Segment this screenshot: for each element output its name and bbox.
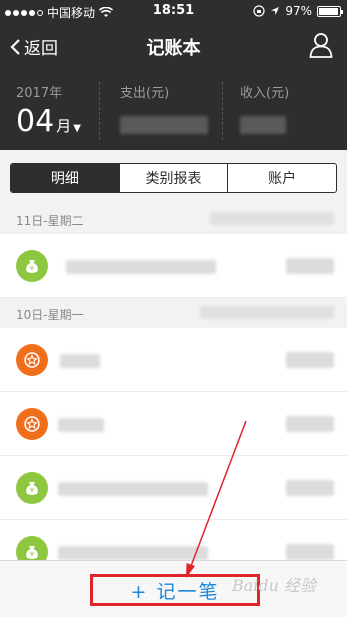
expense-amount-redacted [120, 116, 208, 134]
money-bag-icon: ¥ [16, 536, 48, 560]
list-item[interactable] [0, 392, 347, 456]
svg-text:¥: ¥ [30, 265, 34, 273]
date-header: 11日-星期二 [0, 204, 347, 234]
status-right: 97% [253, 4, 343, 18]
year-label: 2017年 [16, 86, 63, 101]
entry-amount-redacted [286, 544, 334, 560]
entry-amount-redacted [286, 416, 334, 432]
view-tabs: 明细 类别报表 账户 [10, 163, 337, 193]
divider [99, 82, 100, 140]
list-item[interactable]: ¥ [0, 234, 347, 298]
watermark: Baidu 经验 [232, 576, 317, 595]
income-label: 收入(元) [240, 86, 290, 101]
entry-note-redacted [60, 354, 100, 368]
transaction-list[interactable]: 11日-星期二 ¥ 10日-星期一 ¥ ¥ [0, 204, 347, 560]
entry-note-redacted [66, 260, 216, 274]
page-title: 记账本 [146, 38, 201, 59]
orientation-lock-icon [253, 5, 265, 17]
tab-details[interactable]: 明细 [11, 164, 119, 192]
date-label: 11日-星期二 [16, 214, 84, 228]
location-icon [271, 7, 280, 15]
battery-percent: 97% [285, 4, 312, 18]
expense-label: 支出(元) [120, 86, 170, 101]
entry-note-redacted [58, 482, 208, 496]
entry-note-redacted [58, 546, 208, 560]
svg-text:¥: ¥ [30, 551, 34, 559]
entry-amount-redacted [286, 352, 334, 368]
entry-note-redacted [58, 418, 104, 432]
month-suffix: 月 [56, 117, 72, 135]
svg-text:¥: ¥ [30, 487, 34, 495]
date-label: 10日-星期一 [16, 308, 84, 322]
battery-icon [317, 5, 343, 17]
entry-amount-redacted [286, 480, 334, 496]
list-item[interactable] [0, 328, 347, 392]
navigation-bar: 返回 记账本 [0, 22, 347, 70]
month-picker[interactable]: 04 月 ▼ [16, 104, 81, 139]
caret-down-icon: ▼ [73, 123, 81, 134]
list-item[interactable]: ¥ [0, 456, 347, 520]
income-amount-redacted [240, 116, 286, 134]
money-bag-icon: ¥ [16, 472, 48, 504]
date-header: 10日-星期一 [0, 298, 347, 328]
tab-accounts[interactable]: 账户 [227, 164, 336, 192]
status-bar: 中国移动 18:51 97% [0, 0, 347, 22]
month-value: 04 [16, 104, 55, 139]
daily-total-redacted [200, 306, 334, 319]
star-badge-icon [16, 408, 48, 440]
list-item[interactable]: ¥ [0, 520, 347, 560]
user-icon[interactable] [309, 32, 333, 58]
daily-total-redacted [210, 212, 334, 225]
entry-amount-redacted [286, 258, 334, 274]
tab-category-report[interactable]: 类别报表 [118, 164, 228, 192]
star-badge-icon [16, 344, 48, 376]
money-bag-icon: ¥ [16, 250, 48, 282]
monthly-summary: 2017年 04 月 ▼ 支出(元) 收入(元) [0, 70, 347, 150]
divider [222, 82, 223, 140]
